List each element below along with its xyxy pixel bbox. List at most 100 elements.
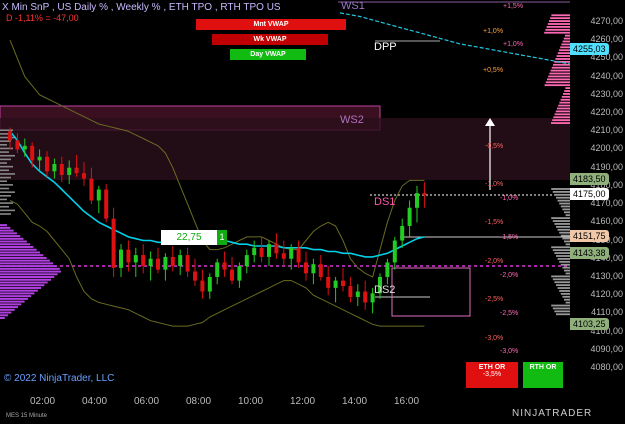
candle-body <box>170 256 175 267</box>
candle-body <box>30 145 35 161</box>
candle-body <box>82 173 86 179</box>
candle-body <box>422 193 427 195</box>
pct-label: -2,0% <box>485 258 504 265</box>
candle-body <box>296 247 301 263</box>
profile-bar <box>0 237 24 240</box>
value-box-count: 1 <box>217 230 227 245</box>
profile-bar <box>562 208 570 211</box>
profile-bar <box>556 225 570 228</box>
profile-bar <box>0 176 11 179</box>
profile-bar <box>0 281 48 284</box>
profile-bar <box>546 26 570 28</box>
candle-body <box>126 249 131 263</box>
profile-bar <box>552 220 570 222</box>
pct-label: -2,0% <box>500 272 519 279</box>
profile-bar <box>544 84 570 87</box>
price-flag-4151: 4151,75 <box>570 230 609 242</box>
price-axis[interactable]: 4270,00 4260,00 4250,00 4240,00 4230,00 4220,… <box>570 0 625 372</box>
profile-bar <box>556 196 570 199</box>
candle-body <box>237 266 242 281</box>
profile-bar <box>554 193 570 196</box>
profile-bar <box>0 245 34 248</box>
profile-bar <box>556 55 570 57</box>
profile-bar <box>556 313 570 316</box>
wk-vwap-button[interactable]: Wk VWAP <box>212 34 328 45</box>
eth-or-button[interactable]: ETH OR -3,5% <box>466 362 518 388</box>
price-flag-4175: 4175,00 <box>570 188 609 200</box>
profile-bar <box>0 278 51 281</box>
daily-change-text: D -1,11% = -47,00 <box>6 13 79 23</box>
profile-bar <box>559 202 570 205</box>
mnt-vwap-button[interactable]: Mnt VWAP <box>196 19 346 30</box>
profile-bar <box>0 136 15 139</box>
candle-body <box>185 255 190 272</box>
candle-body <box>74 167 79 174</box>
profile-bar <box>555 110 570 113</box>
profile-bar <box>554 310 570 313</box>
profile-bar <box>0 251 40 254</box>
profile-bar <box>0 184 13 186</box>
profile-bar <box>0 229 14 232</box>
profile-bar <box>554 252 570 254</box>
price-flag-4183: 4183,50 <box>570 173 609 185</box>
profile-bar <box>0 209 15 212</box>
candle-body <box>89 178 94 201</box>
x-tick-label: 12:00 <box>290 396 316 407</box>
copyright-text: © 2022 NinjaTrader, LLC <box>4 373 115 384</box>
profile-bar <box>0 129 13 132</box>
value-box[interactable]: 22,75 <box>161 230 217 245</box>
candle-body <box>22 145 27 150</box>
profile-bar <box>0 303 22 306</box>
day-vwap-button[interactable]: Day VWAP <box>230 49 306 60</box>
candle-body <box>37 156 42 161</box>
profile-bar <box>557 52 570 55</box>
candle-body <box>415 193 419 208</box>
profile-bar <box>0 289 38 292</box>
profile-bar <box>561 43 570 46</box>
profile-bar <box>0 140 11 142</box>
candle-body <box>119 249 123 268</box>
y-tick-label: 4190,00 <box>590 161 623 172</box>
x-tick-label: 02:00 <box>30 396 56 407</box>
ds2-box <box>391 267 471 317</box>
ws2-label: WS2 <box>340 114 364 126</box>
candle-body <box>318 264 323 277</box>
candle-body <box>200 280 205 292</box>
candle-body <box>311 264 316 274</box>
rth-or-button[interactable]: RTH OR <box>523 362 563 388</box>
profile-bar <box>0 235 21 238</box>
pct-label: -3,0% <box>485 335 504 342</box>
pct-label: +0,5% <box>483 67 504 74</box>
profile-bar <box>548 75 570 78</box>
profile-bar <box>552 249 570 252</box>
candle-body <box>59 164 64 175</box>
y-tick-label: 4090,00 <box>590 343 623 354</box>
pct-label: -1,0% <box>485 181 504 188</box>
gray-volume-profile <box>551 188 570 316</box>
profile-bar <box>552 190 570 193</box>
profile-bar <box>557 287 570 289</box>
profile-bar <box>551 275 570 278</box>
candle-body <box>67 167 72 175</box>
candle-body <box>111 218 116 268</box>
y-tick-label: 4160,00 <box>590 216 623 227</box>
profile-bar <box>545 28 570 31</box>
profile-bar <box>0 262 54 265</box>
candle-body <box>348 286 353 297</box>
profile-bar <box>551 304 570 307</box>
profile-bar <box>0 133 9 135</box>
profile-bar <box>547 78 570 81</box>
profile-bar <box>0 144 7 146</box>
profile-bar <box>0 240 27 243</box>
profile-bar <box>0 270 61 273</box>
candle-body <box>8 131 12 141</box>
profile-bar <box>557 199 570 202</box>
candle-body <box>407 207 412 226</box>
chart-window[interactable]: X Min SnP , US Daily % , Weekly % , ETH … <box>0 0 625 424</box>
profile-bar <box>0 254 44 257</box>
rth-or-label: RTH OR <box>529 364 557 371</box>
profile-bar <box>550 17 570 20</box>
profile-bar <box>0 311 12 314</box>
profile-bar <box>552 307 570 310</box>
y-tick-label: 4120,00 <box>590 289 623 300</box>
